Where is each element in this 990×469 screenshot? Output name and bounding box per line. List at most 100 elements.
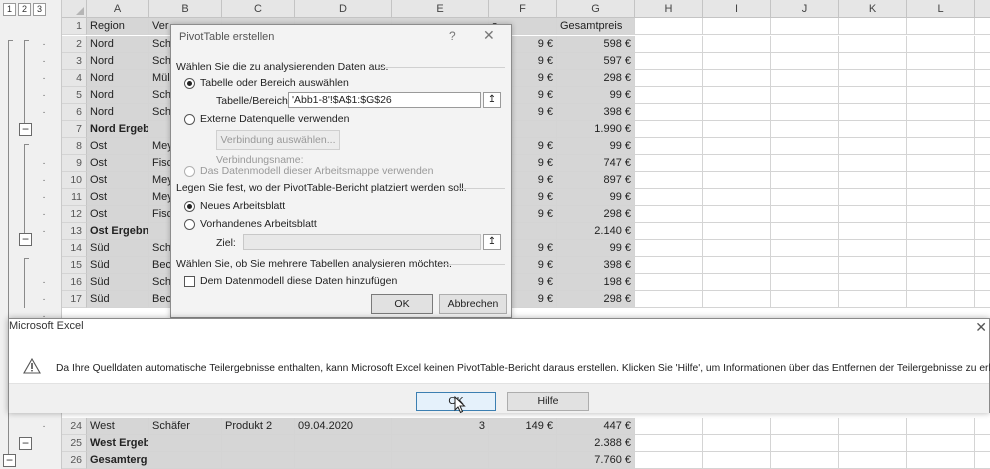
cell-k10[interactable] xyxy=(839,172,907,189)
cell-c24[interactable]: Produkt 2 xyxy=(222,418,295,435)
cell-j17[interactable] xyxy=(771,291,839,308)
cell-k11[interactable] xyxy=(839,189,907,206)
cell-i7[interactable] xyxy=(703,121,771,138)
cell-i11[interactable] xyxy=(703,189,771,206)
cell-j15[interactable] xyxy=(771,257,839,274)
column-header-h[interactable]: H xyxy=(635,0,703,18)
cell-a11[interactable]: Ost xyxy=(87,189,149,206)
cell-g25[interactable]: 2.388 € xyxy=(557,435,635,452)
cell-k12[interactable] xyxy=(839,206,907,223)
cell-g16[interactable]: 198 € xyxy=(557,274,635,291)
cell-m5[interactable] xyxy=(975,87,990,104)
cell-h17[interactable] xyxy=(635,291,703,308)
cell-l2[interactable] xyxy=(907,36,975,53)
row-header[interactable]: 25 xyxy=(62,435,87,452)
cell-a26[interactable]: Gesamtergebnis xyxy=(87,452,149,469)
cell-i12[interactable] xyxy=(703,206,771,223)
cell-h8[interactable] xyxy=(635,138,703,155)
cell-m25[interactable] xyxy=(975,435,990,452)
column-header-j[interactable]: J xyxy=(771,0,839,18)
cell-a10[interactable]: Ost xyxy=(87,172,149,189)
column-header-l[interactable]: L xyxy=(907,0,975,18)
close-icon[interactable]: ✕ xyxy=(975,319,987,336)
cell-j10[interactable] xyxy=(771,172,839,189)
cell-i9[interactable] xyxy=(703,155,771,172)
cell-d25[interactable] xyxy=(295,435,392,452)
cell-a8[interactable]: Ost xyxy=(87,138,149,155)
cell-k1[interactable] xyxy=(839,18,907,35)
outline-level-2-button[interactable]: 2 xyxy=(18,3,31,16)
cell-k9[interactable] xyxy=(839,155,907,172)
row-header[interactable]: 12 xyxy=(62,206,87,223)
cell-l5[interactable] xyxy=(907,87,975,104)
row-header[interactable]: 1 xyxy=(62,18,87,35)
cell-h26[interactable] xyxy=(635,452,703,469)
cell-g4[interactable]: 298 € xyxy=(557,70,635,87)
cell-b24[interactable]: Schäfer xyxy=(149,418,222,435)
cell-h13[interactable] xyxy=(635,223,703,240)
row-header[interactable]: 10 xyxy=(62,172,87,189)
cell-g13[interactable]: 2.140 € xyxy=(557,223,635,240)
cell-g10[interactable]: 897 € xyxy=(557,172,635,189)
radio-external-source[interactable] xyxy=(184,114,195,125)
cell-j25[interactable] xyxy=(771,435,839,452)
cell-l10[interactable] xyxy=(907,172,975,189)
cell-l8[interactable] xyxy=(907,138,975,155)
cell-m14[interactable] xyxy=(975,240,990,257)
cell-g3[interactable]: 597 € xyxy=(557,53,635,70)
row-header[interactable]: 26 xyxy=(62,452,87,469)
cell-j1[interactable] xyxy=(771,18,839,35)
cell-h3[interactable] xyxy=(635,53,703,70)
ok-button[interactable]: OK xyxy=(371,294,433,314)
cell-a12[interactable]: Ost xyxy=(87,206,149,223)
cell-l26[interactable] xyxy=(907,452,975,469)
cell-g2[interactable]: 598 € xyxy=(557,36,635,53)
cell-l12[interactable] xyxy=(907,206,975,223)
column-header-f[interactable]: F xyxy=(489,0,557,18)
cell-g7[interactable]: 1.990 € xyxy=(557,121,635,138)
cell-h14[interactable] xyxy=(635,240,703,257)
row-header[interactable]: 3 xyxy=(62,53,87,70)
cell-h4[interactable] xyxy=(635,70,703,87)
cell-l16[interactable] xyxy=(907,274,975,291)
cell-l11[interactable] xyxy=(907,189,975,206)
cell-l3[interactable] xyxy=(907,53,975,70)
cell-a25[interactable]: West Ergebnis xyxy=(87,435,149,452)
cell-b25[interactable] xyxy=(149,435,222,452)
row-header[interactable]: 13 xyxy=(62,223,87,240)
cell-m15[interactable] xyxy=(975,257,990,274)
cell-a15[interactable]: Süd xyxy=(87,257,149,274)
radio-datamodel[interactable] xyxy=(184,166,195,177)
cell-j7[interactable] xyxy=(771,121,839,138)
cell-k6[interactable] xyxy=(839,104,907,121)
cell-m3[interactable] xyxy=(975,53,990,70)
cell-m1[interactable] xyxy=(975,18,990,35)
cell-m16[interactable] xyxy=(975,274,990,291)
cell-l1[interactable] xyxy=(907,18,975,35)
cell-l9[interactable] xyxy=(907,155,975,172)
cell-l6[interactable] xyxy=(907,104,975,121)
column-header-a[interactable]: A xyxy=(87,0,149,18)
cell-i4[interactable] xyxy=(703,70,771,87)
cell-f24[interactable]: 149 € xyxy=(489,418,557,435)
cell-e24[interactable]: 3 xyxy=(392,418,489,435)
column-header-i[interactable]: I xyxy=(703,0,771,18)
select-all-corner[interactable] xyxy=(62,0,87,18)
column-header-b[interactable]: B xyxy=(149,0,222,18)
row-header[interactable]: 16 xyxy=(62,274,87,291)
cell-g17[interactable]: 298 € xyxy=(557,291,635,308)
cell-g6[interactable]: 398 € xyxy=(557,104,635,121)
radio-table-range[interactable] xyxy=(184,78,195,89)
add-datamodel-checkbox[interactable] xyxy=(184,276,195,287)
cell-i5[interactable] xyxy=(703,87,771,104)
cell-a5[interactable]: Nord xyxy=(87,87,149,104)
cell-e26[interactable] xyxy=(392,452,489,469)
cell-a16[interactable]: Süd xyxy=(87,274,149,291)
cell-k13[interactable] xyxy=(839,223,907,240)
cell-m4[interactable] xyxy=(975,70,990,87)
cell-a1[interactable]: Region xyxy=(87,18,149,35)
row-header[interactable]: 11 xyxy=(62,189,87,206)
cell-a14[interactable]: Süd xyxy=(87,240,149,257)
column-header-e[interactable]: E xyxy=(392,0,489,18)
choose-connection-button[interactable]: Verbindung auswählen... xyxy=(216,130,340,150)
